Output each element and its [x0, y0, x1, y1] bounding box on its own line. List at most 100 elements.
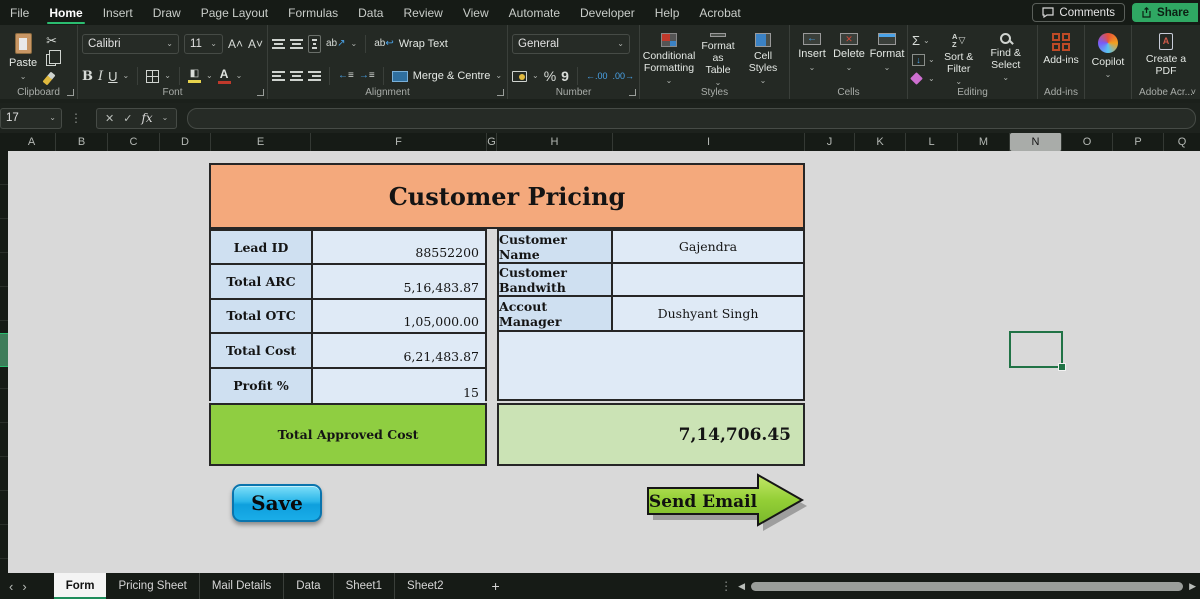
- sheet-tab[interactable]: Sheet2: [394, 573, 455, 599]
- format-painter-button[interactable]: [46, 71, 57, 86]
- menu-tab[interactable]: Page Layout: [191, 0, 278, 25]
- column-header[interactable]: L: [906, 133, 958, 151]
- underline-button[interactable]: U: [108, 70, 117, 83]
- prev-sheet-icon[interactable]: ‹: [0, 579, 22, 594]
- share-button[interactable]: Share: [1132, 3, 1198, 22]
- font-name-select[interactable]: Calibri⌄: [82, 34, 179, 54]
- number-format-select[interactable]: General⌄: [512, 34, 630, 54]
- bottom-align-button[interactable]: [308, 35, 321, 53]
- send-email-button[interactable]: Send Email: [646, 472, 810, 534]
- empty-merged-cell[interactable]: [497, 332, 805, 401]
- sheet-tab[interactable]: Pricing Sheet: [106, 573, 198, 599]
- menu-tab[interactable]: Draw: [143, 0, 191, 25]
- column-header[interactable]: F: [311, 133, 487, 151]
- confirm-entry-button[interactable]: ✓: [123, 112, 132, 125]
- alignment-dialog-launcher-icon[interactable]: [497, 89, 504, 96]
- column-header[interactable]: M: [958, 133, 1010, 151]
- find-select-button[interactable]: Find & Select ⌄: [983, 31, 1029, 89]
- middle-align-button[interactable]: [290, 39, 303, 49]
- menu-tab[interactable]: Developer: [570, 0, 645, 25]
- chevron-down-icon[interactable]: ⌄: [206, 72, 213, 80]
- column-header[interactable]: K: [855, 133, 906, 151]
- column-header[interactable]: O: [1062, 133, 1113, 151]
- font-color-button[interactable]: A: [218, 68, 231, 85]
- format-as-table-button[interactable]: Format as Table ⌄: [694, 31, 742, 89]
- field-value[interactable]: 15: [313, 369, 485, 403]
- formula-input[interactable]: [187, 108, 1196, 129]
- add-sheet-button[interactable]: +: [477, 578, 513, 594]
- column-header[interactable]: D: [160, 133, 211, 151]
- paste-button[interactable]: Paste ⌄: [4, 31, 42, 89]
- autosum-button[interactable]: Σ⌄: [912, 33, 935, 48]
- column-header[interactable]: C: [108, 133, 160, 151]
- chevron-down-icon[interactable]: ⌄: [351, 40, 358, 48]
- menu-tab[interactable]: Formulas: [278, 0, 348, 25]
- sheet-grid[interactable]: Customer Pricing Lead ID 88552200 Total …: [0, 151, 1200, 573]
- field-value[interactable]: 5,16,483.87: [313, 265, 485, 299]
- horizontal-scrollbar[interactable]: [751, 581, 1183, 591]
- field-value[interactable]: 6,21,483.87: [313, 334, 485, 368]
- column-header[interactable]: A: [8, 133, 56, 151]
- sheet-tab[interactable]: Form: [54, 573, 107, 599]
- align-right-button[interactable]: [308, 71, 321, 81]
- column-header[interactable]: B: [56, 133, 108, 151]
- italic-button[interactable]: I: [98, 70, 103, 83]
- font-size-select[interactable]: 11⌄: [184, 34, 223, 54]
- menu-tab[interactable]: View: [453, 0, 499, 25]
- accounting-format-button[interactable]: [512, 71, 527, 82]
- merge-centre-button[interactable]: Merge & Centre: [413, 70, 491, 83]
- cell-styles-button[interactable]: Cell Styles ⌄: [742, 31, 784, 89]
- kebab-icon[interactable]: ⋮: [720, 579, 732, 593]
- fill-color-button[interactable]: ◧: [188, 69, 201, 84]
- sheet-tab[interactable]: Sheet1: [333, 573, 394, 599]
- fill-button[interactable]: ↓⌄: [912, 52, 935, 67]
- align-left-button[interactable]: [272, 71, 285, 81]
- shrink-font-button[interactable]: A˅: [248, 38, 263, 50]
- decrease-decimal-button[interactable]: .00→: [612, 72, 634, 81]
- copilot-button[interactable]: Copilot ⌄: [1089, 31, 1127, 89]
- font-dialog-launcher-icon[interactable]: [257, 89, 264, 96]
- chevron-down-icon[interactable]: ⌄: [236, 72, 243, 80]
- save-button[interactable]: Save: [232, 484, 322, 522]
- column-header[interactable]: Q: [1164, 133, 1200, 151]
- clear-button[interactable]: ⌄: [912, 71, 935, 86]
- scroll-left-icon[interactable]: ◀: [738, 581, 745, 592]
- number-dialog-launcher-icon[interactable]: [629, 89, 636, 96]
- chevron-down-icon[interactable]: ⌄: [164, 72, 171, 80]
- clipboard-dialog-launcher-icon[interactable]: [67, 89, 74, 96]
- column-header[interactable]: H: [497, 133, 613, 151]
- column-header[interactable]: E: [211, 133, 311, 151]
- format-cells-button[interactable]: Format ⌄: [868, 31, 906, 89]
- field-value[interactable]: [613, 264, 803, 297]
- chevron-down-icon[interactable]: ⌄: [495, 72, 502, 80]
- column-header[interactable]: I: [613, 133, 805, 151]
- cancel-entry-button[interactable]: ✕: [105, 112, 114, 125]
- menu-tab[interactable]: Acrobat: [689, 0, 750, 25]
- menu-tab[interactable]: Data: [348, 0, 393, 25]
- scrollbar-thumb[interactable]: [751, 582, 1183, 591]
- column-header[interactable]: P: [1113, 133, 1164, 151]
- bold-button[interactable]: B: [82, 70, 93, 83]
- field-value[interactable]: Gajendra: [613, 231, 803, 264]
- wrap-text-button[interactable]: Wrap Text: [399, 38, 448, 51]
- menu-tab[interactable]: File: [0, 0, 39, 25]
- insert-function-button[interactable]: fx: [141, 111, 152, 125]
- align-center-button[interactable]: [290, 71, 303, 81]
- percent-style-button[interactable]: %: [544, 69, 556, 83]
- next-sheet-icon[interactable]: ›: [22, 579, 35, 594]
- copy-button[interactable]: [46, 52, 57, 67]
- chevron-down-icon[interactable]: ⌄: [123, 72, 130, 80]
- borders-button[interactable]: [146, 70, 159, 83]
- orientation-button[interactable]: ab↗: [326, 39, 346, 49]
- grow-font-button[interactable]: A˄: [228, 38, 243, 50]
- scroll-right-icon[interactable]: ▶: [1189, 581, 1196, 592]
- increase-decimal-button[interactable]: ←.00: [586, 72, 608, 81]
- field-value[interactable]: Dushyant Singh: [613, 297, 803, 330]
- column-header[interactable]: J: [805, 133, 855, 151]
- collapse-ribbon-icon[interactable]: ˅: [1191, 87, 1196, 97]
- sheet-tab[interactable]: Data: [283, 573, 332, 599]
- decrease-indent-button[interactable]: ←≡: [338, 71, 354, 81]
- sheet-tab[interactable]: Mail Details: [199, 573, 283, 599]
- menu-tab[interactable]: Help: [645, 0, 690, 25]
- cut-button[interactable]: ✂: [46, 33, 57, 48]
